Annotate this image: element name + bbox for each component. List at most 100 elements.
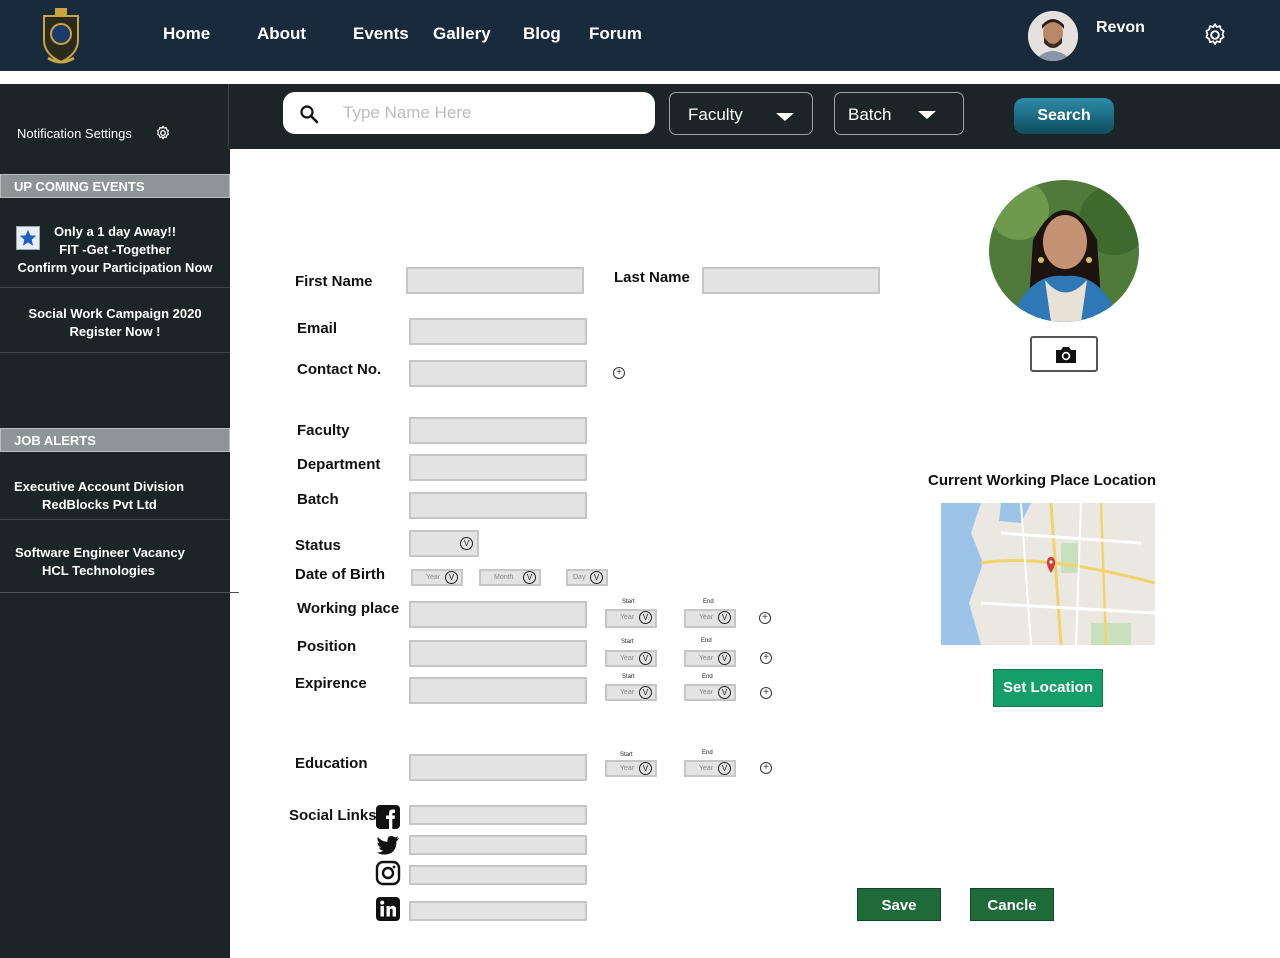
- batch-field[interactable]: [409, 492, 587, 519]
- search-box: [283, 92, 655, 134]
- end-caption: End: [702, 750, 713, 756]
- dob-label: Date of Birth: [295, 566, 385, 583]
- save-button[interactable]: Save: [857, 888, 941, 921]
- location-map[interactable]: [941, 503, 1155, 645]
- chevron-down-icon: V: [639, 652, 652, 665]
- add-experience-icon[interactable]: +: [760, 687, 772, 699]
- nav-blog[interactable]: Blog: [523, 24, 561, 44]
- crest-logo-icon[interactable]: [38, 6, 84, 64]
- dob-day-select[interactable]: Day V: [566, 569, 608, 586]
- instagram-link-field[interactable]: [409, 865, 587, 885]
- working-place-field[interactable]: [409, 601, 587, 628]
- experience-field[interactable]: [409, 677, 587, 704]
- social-links-label: Social Links: [289, 807, 377, 824]
- username-label: Revon: [1096, 19, 1145, 36]
- facebook-link-field[interactable]: [409, 805, 587, 825]
- notification-settings[interactable]: Notification Settings: [0, 84, 229, 149]
- add-working-place-icon[interactable]: +: [759, 612, 771, 624]
- position-start-year-select[interactable]: Year V: [605, 650, 657, 667]
- faculty-dropdown[interactable]: Faculty: [669, 92, 813, 135]
- working-place-label: Working place: [297, 600, 400, 617]
- email-label: Email: [297, 320, 338, 337]
- education-start-year-select[interactable]: Year V: [605, 760, 657, 777]
- upcoming-events-heading: UP COMING EVENTS: [0, 174, 230, 198]
- gear-icon[interactable]: [1202, 22, 1228, 48]
- chevron-down-icon: V: [639, 762, 652, 775]
- first-name-field[interactable]: [406, 267, 584, 294]
- search-input[interactable]: [343, 98, 643, 128]
- set-location-button[interactable]: Set Location: [993, 669, 1103, 707]
- chevron-down-icon: V: [718, 611, 731, 624]
- faculty-dropdown-label: Faculty: [688, 105, 743, 124]
- position-end-year-select[interactable]: Year V: [684, 650, 736, 667]
- start-caption: Start: [621, 639, 634, 645]
- event-line: Confirm your Participation Now: [17, 260, 213, 275]
- user-avatar[interactable]: [1028, 11, 1078, 61]
- education-field[interactable]: [409, 754, 587, 781]
- contact-label: Contact No.: [297, 361, 382, 378]
- dob-month-select[interactable]: Month V: [479, 569, 541, 586]
- start-caption: Start: [622, 674, 635, 680]
- nav-about[interactable]: About: [257, 24, 306, 44]
- last-name-field[interactable]: [702, 267, 880, 294]
- chevron-down-icon: V: [718, 652, 731, 665]
- year-text: Year: [620, 689, 635, 696]
- experience-end-year-select[interactable]: Year V: [684, 684, 736, 701]
- instagram-icon: [375, 860, 401, 886]
- gear-icon[interactable]: [155, 125, 171, 141]
- add-contact-icon[interactable]: +: [613, 367, 625, 379]
- job-line: RedBlocks Pvt Ltd: [42, 497, 157, 512]
- nav-gallery[interactable]: Gallery: [433, 24, 491, 44]
- status-select[interactable]: V: [409, 530, 479, 557]
- job-alerts-heading: JOB ALERTS: [0, 428, 230, 452]
- add-education-icon[interactable]: +: [760, 762, 772, 774]
- profile-photo: [989, 180, 1139, 322]
- dob-year-select[interactable]: Year V: [411, 569, 463, 586]
- cancel-button[interactable]: Cancle: [970, 888, 1054, 921]
- search-button[interactable]: Search: [1014, 98, 1114, 134]
- chevron-down-icon: V: [639, 611, 652, 624]
- nav-events[interactable]: Events: [353, 24, 409, 44]
- department-label: Department: [297, 456, 381, 473]
- chevron-down-icon: [918, 111, 936, 119]
- experience-start-year-select[interactable]: Year V: [605, 684, 657, 701]
- location-title: Current Working Place Location: [928, 472, 1157, 489]
- chevron-down-icon: [776, 113, 794, 121]
- email-field[interactable]: [409, 318, 587, 345]
- year-text: Year: [620, 765, 635, 772]
- twitter-link-field[interactable]: [409, 835, 587, 855]
- camera-icon: [1056, 347, 1076, 363]
- twitter-icon: [376, 836, 399, 855]
- job-alert-item[interactable]: Executive Account Division RedBlocks Pvt…: [0, 478, 230, 520]
- faculty-field[interactable]: [409, 417, 587, 444]
- end-caption: End: [703, 599, 714, 605]
- last-name-label: Last Name: [614, 269, 690, 286]
- linkedin-icon: [376, 897, 400, 921]
- end-caption: End: [702, 674, 713, 680]
- chevron-down-icon: V: [523, 571, 536, 584]
- faculty-label: Faculty: [297, 422, 350, 439]
- position-field[interactable]: [409, 640, 587, 667]
- nav-home[interactable]: Home: [163, 24, 210, 44]
- chevron-down-icon: V: [639, 686, 652, 699]
- chevron-down-icon: V: [718, 686, 731, 699]
- working-end-year-select[interactable]: Year V: [684, 609, 736, 628]
- working-start-year-select[interactable]: Year V: [605, 609, 657, 628]
- job-alert-item[interactable]: Software Engineer Vacancy HCL Technologi…: [0, 544, 239, 593]
- contact-field[interactable]: [409, 360, 587, 387]
- nav-forum[interactable]: Forum: [589, 24, 642, 44]
- dob-year-text: Year: [426, 574, 441, 581]
- job-line: Executive Account Division: [14, 479, 185, 494]
- event-line: Register Now !: [69, 324, 161, 339]
- year-text: Year: [699, 655, 714, 662]
- event-item[interactable]: Social Work Campaign 2020 Register Now !: [0, 305, 230, 353]
- add-position-icon[interactable]: +: [760, 652, 772, 664]
- batch-dropdown[interactable]: Batch: [834, 92, 964, 135]
- department-field[interactable]: [409, 454, 587, 481]
- start-caption: Start: [620, 752, 633, 758]
- education-end-year-select[interactable]: Year V: [684, 760, 736, 777]
- linkedin-link-field[interactable]: [409, 901, 587, 921]
- batch-dropdown-label: Batch: [848, 105, 892, 124]
- camera-button[interactable]: [1030, 336, 1098, 372]
- event-line: Social Work Campaign 2020: [28, 306, 202, 321]
